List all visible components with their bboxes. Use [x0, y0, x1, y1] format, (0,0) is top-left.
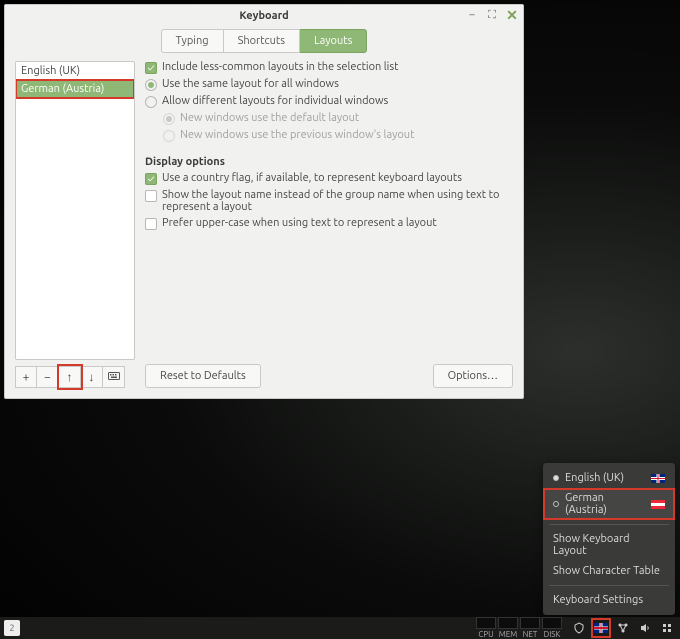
radio-new-previous — [163, 130, 175, 142]
tab-layouts[interactable]: Layouts — [300, 29, 367, 53]
options-button[interactable]: Options… — [433, 364, 513, 388]
checkbox-upper-case[interactable] — [145, 218, 157, 230]
menu-layout-english-uk[interactable]: English (UK) — [543, 468, 675, 488]
label-include-less-common: Include less-common layouts in the selec… — [162, 61, 398, 73]
menu-separator — [549, 524, 669, 525]
active-dot-icon — [553, 475, 559, 481]
maximize-button[interactable]: ⛶ — [485, 8, 499, 22]
label-new-default: New windows use the default layout — [180, 112, 359, 124]
disk-graph — [542, 617, 562, 629]
label-use-flag: Use a country flag, if available, to rep… — [162, 172, 462, 184]
minimize-button[interactable]: – — [465, 8, 479, 22]
checkbox-show-layout-name[interactable] — [145, 190, 157, 202]
label-upper-case: Prefer upper-case when using text to rep… — [162, 217, 437, 229]
net-graph — [520, 617, 540, 629]
radio-same-layout[interactable] — [145, 79, 157, 91]
label-same-layout: Use the same layout for all windows — [162, 78, 339, 90]
workspace-switcher[interactable]: 2 — [4, 620, 20, 636]
display-options-header: Display options — [145, 156, 513, 168]
network-icon[interactable] — [616, 621, 630, 635]
window-title: Keyboard — [239, 10, 288, 22]
inactive-dot-icon — [553, 501, 559, 507]
flag-gb-icon — [651, 474, 665, 483]
tab-typing[interactable]: Typing — [161, 29, 224, 53]
titlebar[interactable]: Keyboard – ⛶ ✕ — [5, 5, 523, 27]
label-show-layout-name: Show the layout name instead of the grou… — [162, 189, 513, 213]
move-down-button[interactable]: ↓ — [81, 366, 103, 388]
checkbox-use-flag[interactable]: ✓ — [145, 173, 157, 185]
flag-gb-icon — [594, 623, 608, 633]
keyboard-indicator-menu: English (UK) German (Austria) Show Keybo… — [543, 463, 675, 615]
radio-new-default — [163, 113, 175, 125]
taskbar: 2 CPU MEM NET DISK — [0, 617, 680, 639]
layout-item-german-austria[interactable]: German (Austria) — [16, 80, 134, 98]
menu-show-keyboard-layout[interactable]: Show Keyboard Layout — [543, 529, 675, 561]
show-layout-button[interactable] — [103, 366, 125, 388]
keyboard-settings-window: Keyboard – ⛶ ✕ Typing Shortcuts Layouts … — [4, 4, 524, 399]
cpu-graph — [476, 617, 496, 629]
tray-overflow-icon[interactable] — [660, 621, 674, 635]
menu-layout-german-austria[interactable]: German (Austria) — [543, 488, 675, 520]
layout-item-english-uk[interactable]: English (UK) — [16, 62, 134, 80]
flag-at-icon — [651, 500, 665, 509]
reset-button[interactable]: Reset to Defaults — [145, 364, 261, 388]
close-button[interactable]: ✕ — [505, 8, 519, 22]
layout-list[interactable]: English (UK) German (Austria) — [15, 61, 135, 360]
menu-keyboard-settings[interactable]: Keyboard Settings — [543, 590, 675, 610]
menu-show-character-table[interactable]: Show Character Table — [543, 561, 675, 581]
menu-separator — [549, 585, 669, 586]
radio-diff-layouts[interactable] — [145, 96, 157, 108]
volume-icon[interactable] — [638, 621, 652, 635]
label-new-previous: New windows use the previous window's la… — [180, 129, 414, 141]
system-monitor-applet[interactable]: CPU MEM NET DISK — [476, 617, 562, 639]
move-up-button[interactable]: ↑ — [59, 366, 81, 388]
tray-shield-icon[interactable] — [572, 621, 586, 635]
remove-layout-button[interactable]: − — [37, 366, 59, 388]
add-layout-button[interactable]: + — [15, 366, 37, 388]
tab-shortcuts[interactable]: Shortcuts — [224, 29, 300, 53]
checkbox-include-less-common[interactable]: ✓ — [145, 62, 157, 74]
mem-graph — [498, 617, 518, 629]
label-diff-layouts: Allow different layouts for individual w… — [162, 95, 388, 107]
keyboard-layout-indicator[interactable] — [594, 621, 608, 635]
